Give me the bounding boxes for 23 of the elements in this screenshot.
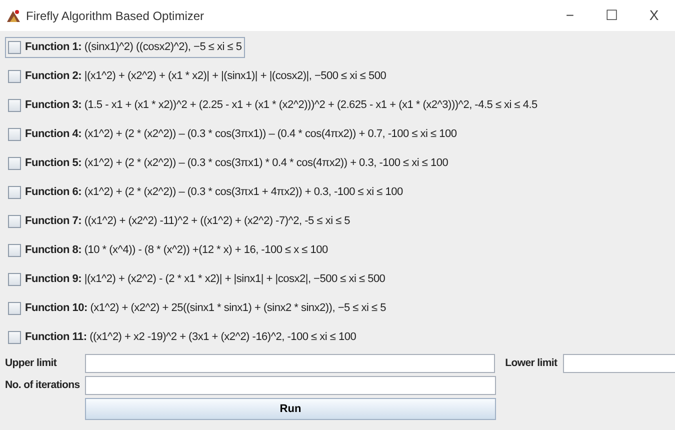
function-checkbox[interactable]: Function 11: ((x1^2) + x2 -19)^2 + (3x1 + (x2^2) -16)^2, -100 ≤ xi ≤ 100 — [5, 327, 360, 348]
iterations-label: No. of iterations — [5, 378, 81, 393]
upper-limit-label: Upper limit — [5, 356, 58, 371]
iterations-field[interactable] — [85, 376, 496, 395]
close-button[interactable]: X — [633, 4, 675, 27]
function-checkbox[interactable]: Function 3: (1.5 - x1 + (x1 * x2))^2 + (2.25 - x1 + (x1 * (x2^2)))^2 + (2.625 - x1 + (x1 * (x2^3)))^2, -4.5 ≤ xi ≤ 4.5 — [5, 95, 540, 116]
function-checkbox[interactable]: Function 6: (x1^2) + (2 * (x2^2)) – (0.3 * cos(3πx1 + 4πx2)) + 0.3, -100 ≤ xi ≤ 100 — [5, 182, 406, 203]
minimize-button[interactable]: − — [549, 4, 591, 27]
function-checkbox[interactable]: Function 9: |(x1^2) + (x2^2) - (2 * x1 * x2)| + |sinx1| + |cosx2|, −500 ≤ xi ≤ 500 — [5, 269, 388, 290]
function-checkbox[interactable]: Function 4: (x1^2) + (2 * (x2^2)) – (0.3 * cos(3πx1)) – (0.4 * cos(4πx2)) + 0.7, -100 ≤ xi ≤ 100 — [5, 124, 460, 145]
function-checkbox[interactable]: Function 2: |(x1^2) + (x2^2) + (x1 * x2)| + |(sinx1)| + |(cosx2)|, −500 ≤ xi ≤ 500 — [5, 66, 390, 87]
function-checkbox[interactable]: Function 7: ((x1^2) + (x2^2) -11)^2 + ((x1^2) + (x2^2) -7)^2, -5 ≤ xi ≤ 5 — [5, 211, 354, 232]
run-button[interactable]: Run — [85, 398, 496, 420]
upper-limit-field[interactable] — [84, 354, 496, 373]
function-checkbox[interactable]: Function 1: ((sinx1)^2) ((cosx2)^2), −5 ≤ xi ≤ 5 — [5, 37, 245, 58]
window-title: Firefly Algorithm Based Optimizer — [26, 8, 204, 24]
lower-limit-field[interactable] — [563, 354, 675, 373]
function-checkbox[interactable]: Function 8: (10 * (x^4)) - (8 * (x^2)) +(12 * x) + 16, -100 ≤ x ≤ 100 — [5, 240, 331, 261]
function-checkbox[interactable]: Function 5: (x1^2) + (2 * (x2^2)) – (0.3 * cos(3πx1) * 0.4 * cos(4πx2)) + 0.3, -100 ≤ xi ≤ 100 — [5, 153, 452, 174]
maximize-button[interactable]: ☐ — [591, 4, 633, 27]
function-checkbox[interactable]: Function 10: (x1^2) + (x2^2) + 25((sinx1 * sinx1) + (sinx2 * sinx2)), −5 ≤ xi ≤ 5 — [5, 298, 389, 319]
lower-limit-label: Lower limit — [505, 356, 558, 371]
app-icon — [6, 8, 21, 23]
